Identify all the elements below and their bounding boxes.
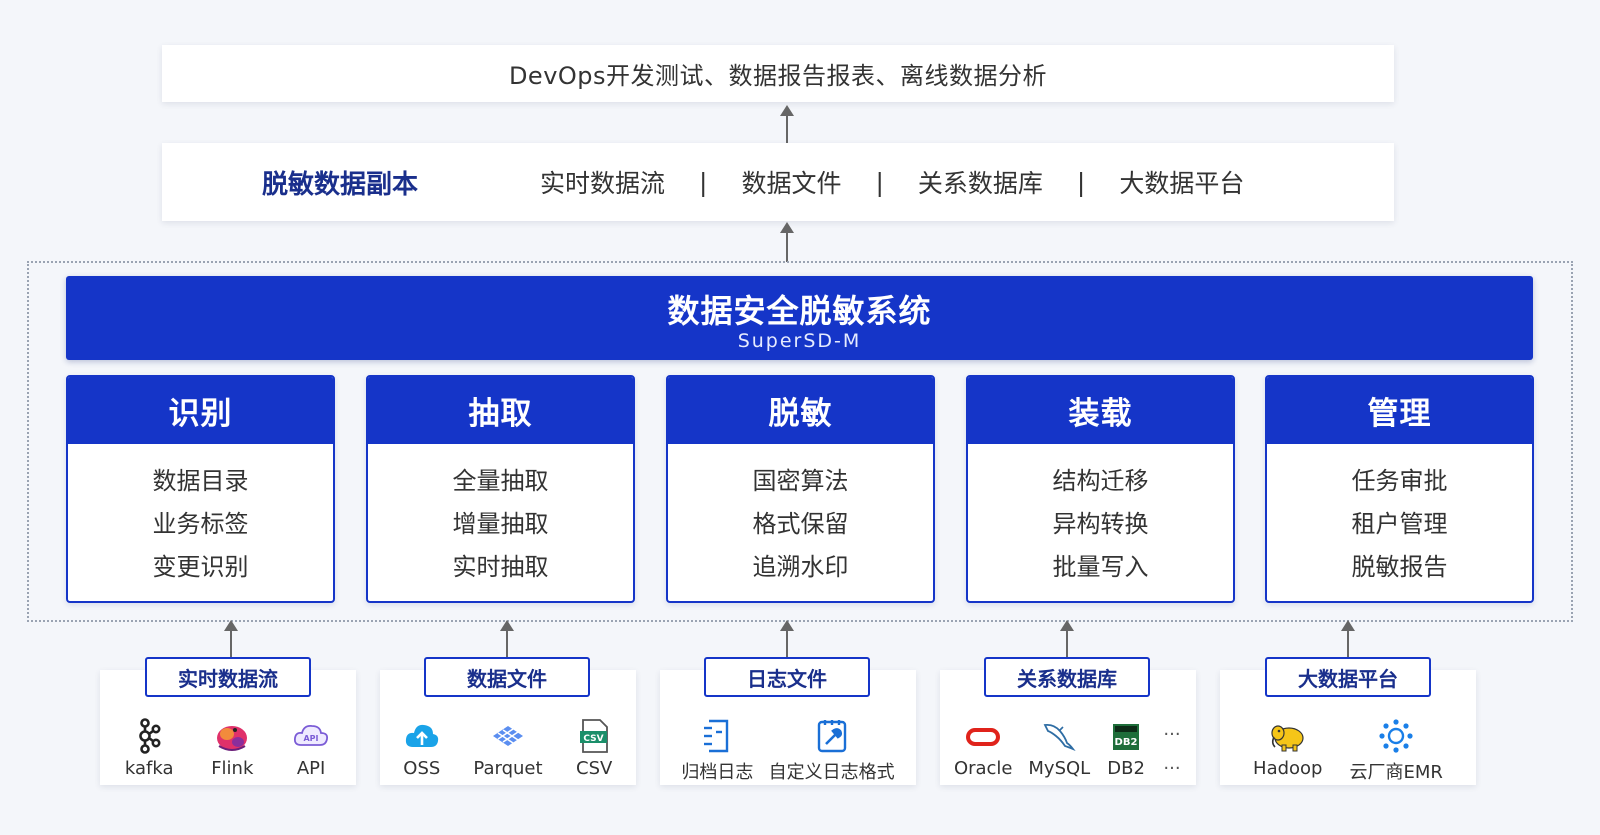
system-subtitle: SuperSD-M — [737, 330, 862, 352]
module-item: 增量抽取 — [452, 510, 549, 538]
module-item: 业务标签 — [152, 510, 249, 538]
source-item: API API — [291, 718, 331, 779]
source-item-label: OSS — [403, 758, 441, 779]
up-arrow — [1341, 620, 1355, 658]
system-header: 数据安全脱敏系统 SuperSD-M — [66, 276, 1533, 360]
oss-icon — [405, 724, 438, 747]
module-manage: 管理 任务审批 租户管理 脱敏报告 — [1265, 375, 1534, 603]
up-arrow — [1060, 620, 1074, 658]
source-item-label: MySQL — [1028, 758, 1091, 779]
module-item: 实时抽取 — [452, 553, 549, 581]
replica-item: 关系数据库 — [917, 169, 1043, 198]
module-item: 结构迁移 — [1052, 467, 1149, 495]
up-arrow — [780, 105, 794, 143]
source-item-label: 归档日志 — [681, 762, 754, 783]
kafka-icon — [139, 718, 161, 754]
module-load: 装载 结构迁移 异构转换 批量写入 — [966, 375, 1235, 603]
masked-replica-bar: 脱敏数据副本 实时数据流 | 数据文件 | 关系数据库 | 大数据平台 — [162, 143, 1394, 221]
module-masking: 脱敏 国密算法 格式保留 追溯水印 — [666, 375, 935, 603]
db2-icon: DB2 — [1113, 724, 1140, 750]
source-item-label: kafka — [124, 758, 174, 779]
source-label: 日志文件 — [704, 657, 870, 697]
module-item: 格式保留 — [752, 510, 849, 538]
module-item: 任务审批 — [1351, 467, 1448, 495]
source-item-label: Parquet — [473, 758, 543, 779]
oracle-icon — [966, 728, 1001, 746]
module-item: 批量写入 — [1052, 553, 1149, 581]
up-arrow — [780, 222, 794, 262]
replica-separator: | — [875, 167, 884, 197]
module-title: 抽取 — [368, 377, 633, 444]
custom-log-icon — [817, 720, 846, 753]
emr-icon — [1379, 719, 1413, 753]
ellipsis-icon: ··· — [1163, 724, 1181, 745]
replica-item: 大数据平台 — [1119, 169, 1245, 198]
parquet-icon — [492, 726, 523, 746]
source-item: CSV CSV — [574, 718, 614, 779]
source-label: 大数据平台 — [1265, 657, 1431, 697]
source-item: Flink — [211, 718, 253, 779]
source-item-label: Oracle — [953, 758, 1013, 779]
source-item-label: Flink — [211, 758, 254, 779]
source-item: DB2 DB2 — [1106, 718, 1146, 779]
source-item-label: CSV — [576, 758, 613, 779]
hadoop-icon — [1271, 725, 1304, 752]
source-label: 数据文件 — [424, 657, 590, 697]
source-item: kafka — [124, 718, 174, 779]
source-item-label: API — [296, 758, 326, 779]
replica-target-list: 实时数据流 | 数据文件 | 关系数据库 | 大数据平台 — [540, 164, 1244, 200]
module-item: 数据目录 — [152, 467, 249, 495]
module-item: 国密算法 — [752, 467, 849, 495]
module-title: 识别 — [68, 377, 333, 444]
source-label: 关系数据库 — [984, 657, 1150, 697]
source-item: Hadoop — [1253, 718, 1322, 779]
module-item: 脱敏报告 — [1351, 553, 1448, 581]
module-item: 租户管理 — [1351, 510, 1448, 538]
module-item: 异构转换 — [1052, 510, 1149, 538]
module-identify: 识别 数据目录 业务标签 变更识别 — [66, 375, 335, 603]
replica-separator: | — [699, 167, 708, 197]
source-item: 自定义日志格式 — [769, 718, 895, 784]
archive-log-icon — [704, 719, 729, 753]
masked-replica-title: 脱敏数据副本 — [262, 169, 419, 200]
source-item-label: DB2 — [1107, 758, 1145, 779]
source-item: Parquet — [473, 718, 543, 779]
module-item: 全量抽取 — [452, 467, 549, 495]
ellipsis-icon: ··· — [1163, 758, 1181, 779]
source-item: OSS — [402, 718, 442, 779]
module-extract: 抽取 全量抽取 增量抽取 实时抽取 — [366, 375, 635, 603]
system-title: 数据安全脱敏系统 — [667, 292, 932, 330]
source-item-label: 自定义日志格式 — [768, 762, 895, 783]
replica-item: 数据文件 — [741, 169, 842, 198]
module-item: 追溯水印 — [752, 553, 849, 581]
source-item: 云厂商EMR — [1350, 718, 1443, 784]
svg-text:DB2: DB2 — [1115, 737, 1138, 748]
module-title: 管理 — [1267, 377, 1532, 444]
source-label: 实时数据流 — [145, 657, 311, 697]
more-sources: ··· ··· — [1162, 718, 1182, 786]
up-arrow — [224, 620, 238, 658]
replica-separator: | — [1076, 167, 1086, 197]
source-item-label: 云厂商EMR — [1349, 762, 1443, 783]
svg-text:CSV: CSV — [584, 734, 604, 744]
source-item: 归档日志 — [681, 718, 753, 784]
source-item: MySQL — [1028, 718, 1090, 779]
up-arrow — [500, 620, 514, 658]
csv-icon: CSV — [580, 719, 609, 753]
usage-scenarios-bar: DevOps开发测试、数据报告报表、离线数据分析 — [162, 45, 1394, 102]
module-item: 变更识别 — [152, 553, 249, 581]
source-item: Oracle — [954, 718, 1013, 779]
svg-text:API: API — [304, 734, 319, 743]
mysql-icon — [1043, 723, 1076, 752]
source-item-label: Hadoop — [1253, 758, 1323, 779]
replica-item: 实时数据流 — [540, 169, 666, 198]
api-icon: API — [294, 724, 329, 746]
flink-icon — [217, 726, 248, 751]
up-arrow — [780, 620, 794, 658]
module-title: 脱敏 — [668, 377, 933, 444]
module-title: 装载 — [968, 377, 1233, 444]
usage-scenarios-text: DevOps开发测试、数据报告报表、离线数据分析 — [508, 62, 1048, 90]
